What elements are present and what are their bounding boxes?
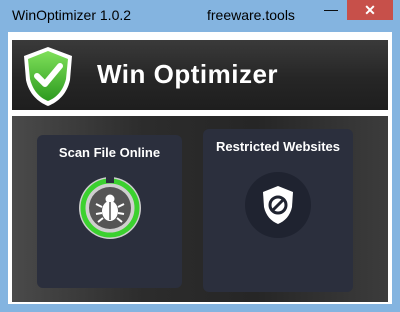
shield-check-icon bbox=[20, 44, 76, 108]
bug-scan-icon bbox=[77, 175, 143, 241]
app-window: WinOptimizer 1.0.2 freeware.tools — ✕ Wi… bbox=[0, 0, 400, 312]
close-button[interactable]: ✕ bbox=[347, 0, 393, 20]
minimize-button[interactable]: — bbox=[318, 0, 344, 20]
window-title: WinOptimizer 1.0.2 bbox=[12, 7, 132, 23]
app-header: Win Optimizer bbox=[12, 40, 388, 110]
client-area: Win Optimizer Scan File Online Restricte… bbox=[8, 32, 392, 304]
shield-block-icon bbox=[245, 172, 311, 238]
window-site: freeware.tools bbox=[207, 7, 295, 23]
app-title: Win Optimizer bbox=[97, 59, 279, 89]
scan-file-online-tile[interactable]: Scan File Online bbox=[37, 135, 182, 288]
restricted-websites-label: Restricted Websites bbox=[215, 139, 341, 154]
scan-file-online-label: Scan File Online bbox=[58, 145, 161, 160]
main-panel: Scan File Online Restricted Websites bbox=[12, 116, 388, 302]
restricted-websites-tile[interactable]: Restricted Websites bbox=[203, 129, 353, 292]
title-bar[interactable]: WinOptimizer 1.0.2 freeware.tools — ✕ bbox=[0, 0, 400, 32]
